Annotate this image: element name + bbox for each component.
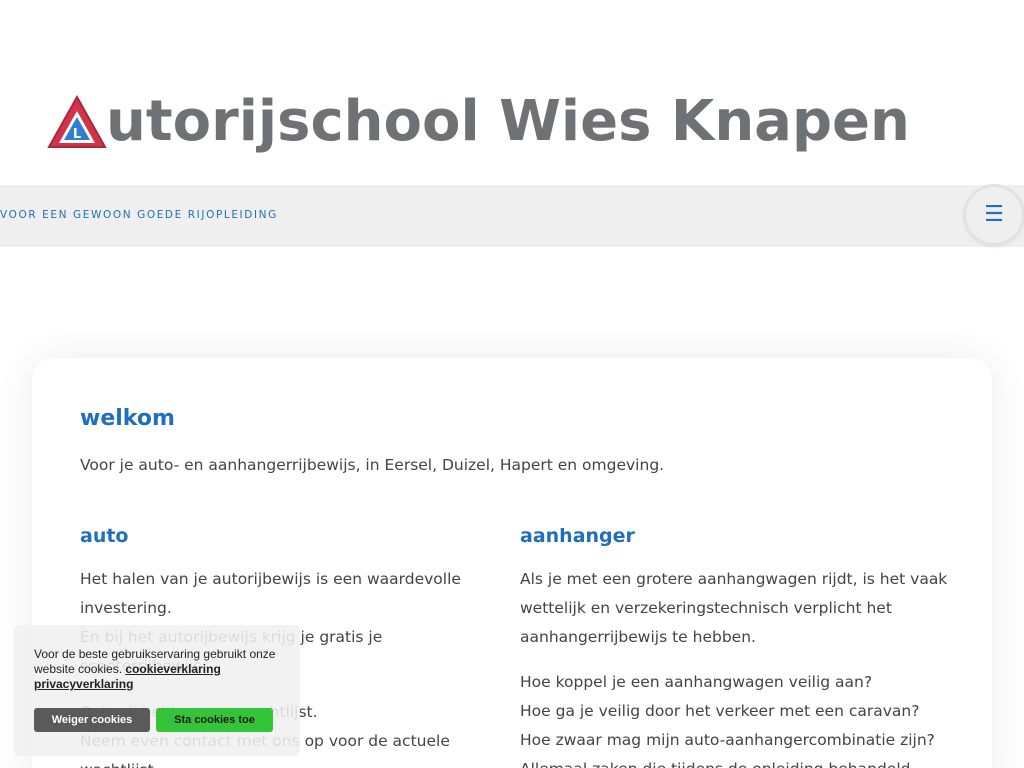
auto-paragraph-1: Het halen van je autorijbewijs is een wa… (80, 570, 461, 617)
privacyverklaring-link[interactable]: privacyverklaring (34, 677, 133, 691)
logo-triangle-icon: L (47, 94, 107, 148)
aanhanger-heading: aanhanger (520, 525, 635, 547)
auto-heading: auto (80, 525, 129, 547)
aanhanger-question-2: Hoe ga je veilig door het verkeer met ee… (520, 702, 920, 720)
aanhanger-question-4: Allemaal zaken die tijdens de opleiding … (520, 755, 950, 768)
aanhanger-paragraph-1: Als je met een grotere aanhangwagen rijd… (520, 570, 948, 646)
aanhanger-question-1: Hoe koppel je een aanhangwagen veilig aa… (520, 673, 873, 691)
page: L utorijschool Wies Knapen VOOR EEN GEWO… (0, 0, 1024, 768)
intro-text: Voor je auto- en aanhangerrijbewijs, in … (80, 456, 665, 474)
accept-cookies-button[interactable]: Sta cookies toe (156, 708, 273, 732)
welcome-heading: welkom (80, 406, 175, 431)
aanhanger-text: Als je met een grotere aanhangwagen rijd… (520, 565, 950, 768)
aanhanger-question-3: Hoe zwaar mag mijn auto-aanhangercombina… (520, 731, 935, 749)
cookie-text: Voor de beste gebruikservaring gebruikt … (34, 647, 296, 692)
logo-text: utorijschool Wies Knapen (106, 89, 910, 154)
cookieverklaring-link[interactable]: cookieverklaring (125, 662, 220, 676)
site-logo[interactable]: L utorijschool Wies Knapen (46, 84, 976, 160)
logo-badge-letter: L (73, 127, 81, 142)
navbar: VOOR EEN GEWOON GOEDE RIJOPLEIDING ☰ (0, 185, 1024, 247)
tagline: VOOR EEN GEWOON GOEDE RIJOPLEIDING (0, 209, 278, 221)
deny-cookies-button[interactable]: Weiger cookies (34, 708, 150, 732)
hamburger-icon: ☰ (984, 202, 1004, 227)
cookie-banner: Voor de beste gebruikservaring gebruikt … (14, 625, 300, 756)
menu-button[interactable]: ☰ (966, 187, 1022, 243)
